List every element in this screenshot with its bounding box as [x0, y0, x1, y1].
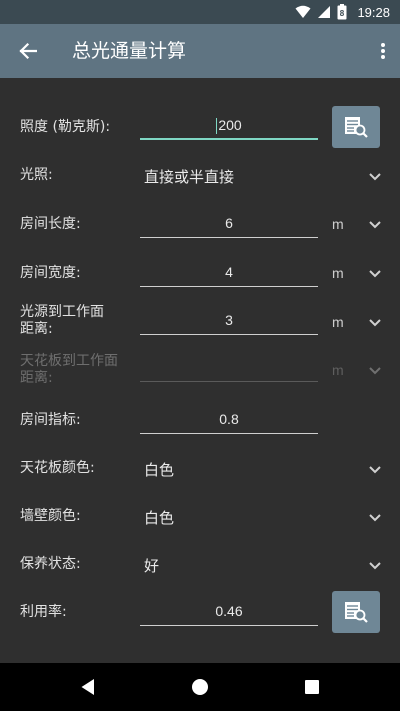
wall-color-label: 墙壁颜色: [20, 508, 81, 524]
chevron-down-icon [369, 367, 381, 375]
back-button[interactable] [14, 37, 42, 65]
row-ceiling-color[interactable]: 天花板颜色: 白色 [0, 446, 400, 490]
row-lighting[interactable]: 光照: 直接或半直接 [0, 153, 400, 197]
table-search-icon [345, 602, 368, 623]
room-index-value: 0.8 [140, 404, 318, 434]
illuminance-value: 200 [218, 117, 242, 133]
app-toolbar: 总光通量计算 [0, 24, 400, 78]
room-width-unit[interactable]: m [332, 265, 344, 281]
status-bar: 8 19:28 [0, 0, 400, 24]
row-room-width: 房间宽度: 4 m [0, 249, 400, 295]
chevron-down-icon[interactable] [366, 264, 384, 282]
wifi-icon [295, 5, 311, 18]
page-title: 总光通量计算 [72, 40, 187, 62]
room-length-label: 房间长度: [20, 216, 81, 232]
source-height-unit[interactable]: m [332, 314, 344, 330]
utilization-lookup-button[interactable] [332, 591, 380, 633]
row-room-length: 房间长度: 6 m [0, 200, 400, 246]
signal-icon [318, 6, 331, 18]
chevron-down-icon[interactable] [366, 167, 384, 185]
row-utilization: 利用率: 0.46 [0, 588, 400, 636]
nav-recents-button[interactable] [300, 675, 324, 699]
system-nav-bar [0, 663, 400, 711]
row-ceiling-height: 天花板到工作面 距离: m [0, 348, 400, 394]
nav-home-button[interactable] [188, 675, 212, 699]
source-height-label-line1: 光源到工作面 [20, 304, 104, 320]
room-index-label: 房间指标: [20, 412, 81, 428]
maintenance-label: 保养状态: [20, 556, 81, 572]
room-length-unit[interactable]: m [332, 216, 344, 232]
chevron-down-icon[interactable] [366, 508, 384, 526]
status-icons: 8 19:28 [295, 0, 390, 24]
circle-home-icon [192, 679, 208, 695]
ceiling-height-label-line2: 距离: [20, 370, 53, 386]
chevron-down-icon[interactable] [366, 215, 384, 233]
nav-back-button[interactable] [76, 675, 100, 699]
more-vert-icon [381, 43, 385, 47]
source-height-label-line2: 距离: [20, 321, 53, 337]
triangle-back-icon [81, 679, 94, 695]
status-time: 19:28 [357, 4, 390, 20]
ceiling-height-label-line1: 天花板到工作面 [20, 353, 118, 369]
ceiling-color-select[interactable]: 白色 [144, 459, 174, 480]
illuminance-label: 照度 (勒克斯): [20, 119, 111, 135]
more-vert-dot [381, 49, 385, 53]
maintenance-select[interactable]: 好 [144, 555, 159, 576]
utilization-label: 利用率: [20, 604, 67, 620]
row-maintenance[interactable]: 保养状态: 好 [0, 542, 400, 586]
lighting-select[interactable]: 直接或半直接 [144, 166, 234, 187]
ceiling-color-label: 天花板颜色: [20, 460, 95, 476]
chevron-down-icon[interactable] [366, 313, 384, 331]
chevron-down-icon[interactable] [366, 460, 384, 478]
row-wall-color[interactable]: 墙壁颜色: 白色 [0, 494, 400, 538]
row-room-index: 房间指标: 0.8 [0, 396, 400, 442]
battery-icon: 8 [337, 4, 347, 20]
more-vert-dot [381, 55, 385, 59]
lighting-label: 光照: [20, 167, 53, 183]
room-width-input[interactable]: 4 [140, 257, 318, 287]
illuminance-lookup-button[interactable] [332, 106, 380, 148]
chevron-down-icon[interactable] [366, 556, 384, 574]
square-recents-icon [305, 680, 319, 694]
row-illuminance: 照度 (勒克斯): 200 [0, 100, 400, 150]
ceiling-height-unit: m [332, 362, 344, 378]
row-source-height: 光源到工作面 距离: 3 m [0, 298, 400, 346]
table-search-icon [345, 117, 368, 138]
wall-color-select[interactable]: 白色 [144, 507, 174, 528]
battery-level: 8 [340, 9, 345, 18]
source-height-input[interactable]: 3 [140, 305, 318, 335]
utilization-input[interactable]: 0.46 [140, 596, 318, 626]
ceiling-height-input [140, 352, 318, 382]
room-width-label: 房间宽度: [20, 265, 81, 281]
illuminance-input[interactable]: 200 [140, 110, 318, 140]
arrow-back-icon [19, 42, 37, 60]
room-length-input[interactable]: 6 [140, 208, 318, 238]
overflow-menu-button[interactable] [378, 39, 388, 63]
